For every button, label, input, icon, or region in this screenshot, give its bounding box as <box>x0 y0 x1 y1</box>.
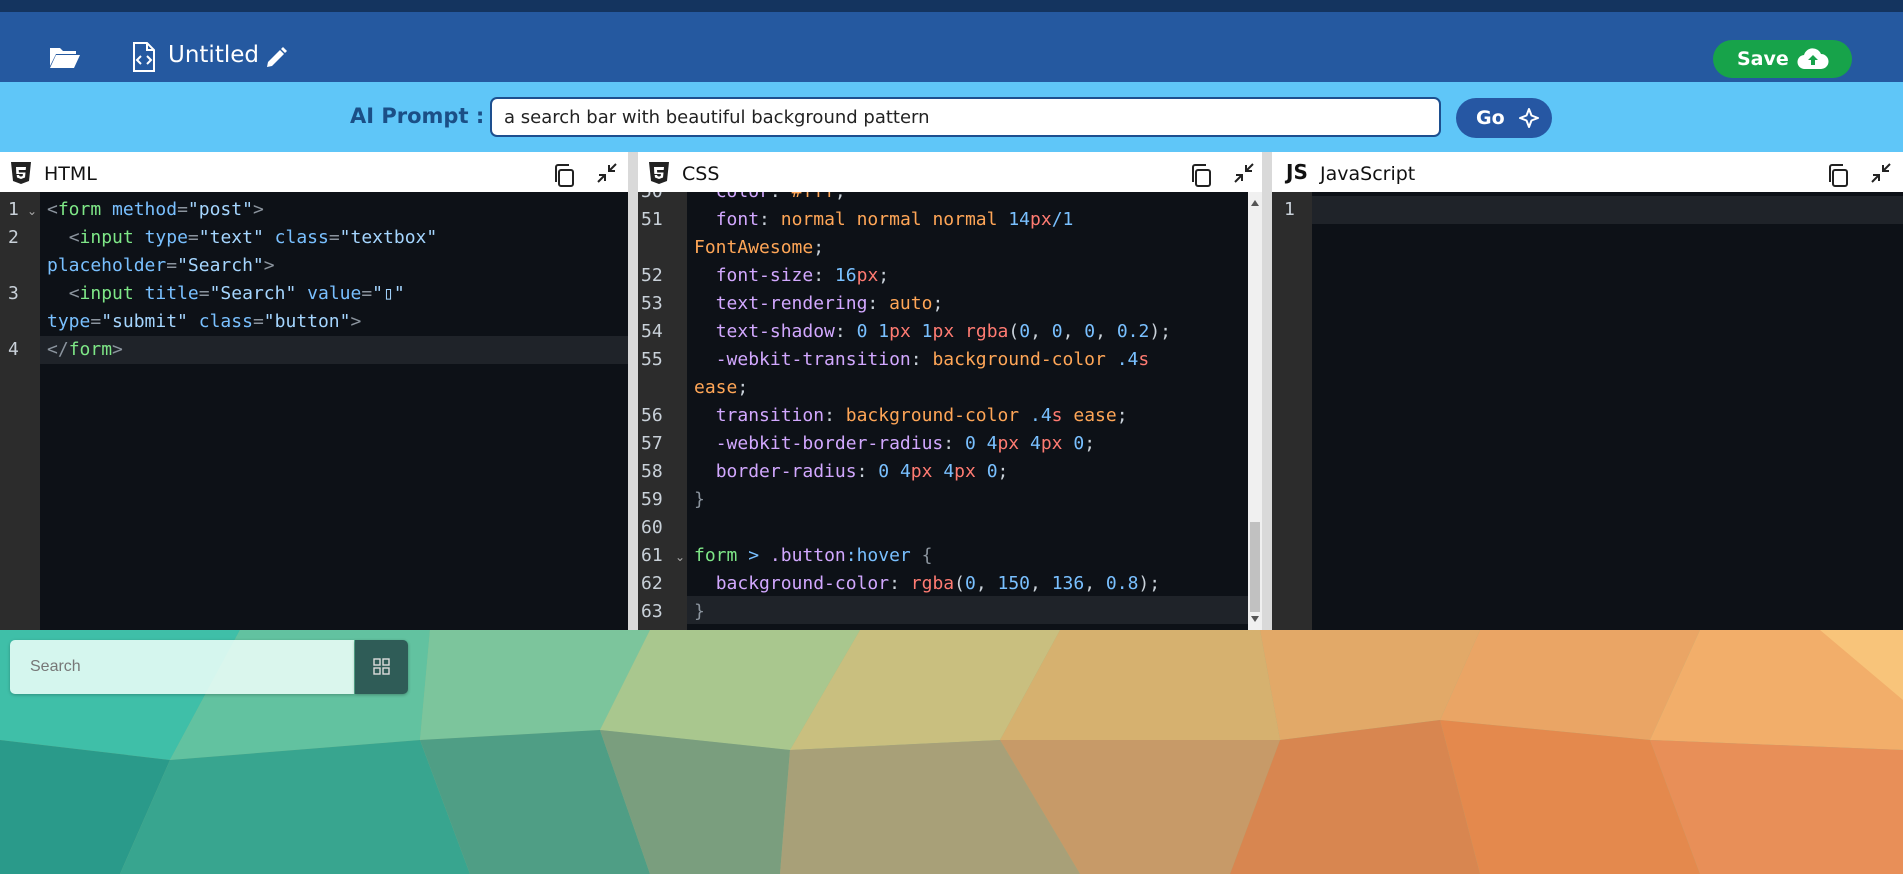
css-editor[interactable]: 50 51 52 53 54 55 56 57 58 59 60 61 ⌄ 62… <box>638 192 1248 630</box>
js-icon: JS <box>1286 160 1308 184</box>
code-line: } <box>694 601 705 622</box>
line-number: 55 <box>641 349 663 370</box>
preview-panel <box>0 630 1903 874</box>
line-number: 54 <box>641 321 663 342</box>
html-gutter <box>0 192 40 630</box>
folder-open-icon[interactable] <box>48 44 82 70</box>
top-strip <box>0 0 1903 12</box>
line-number: 57 <box>641 433 663 454</box>
line-number: 63 <box>641 601 663 622</box>
line-number: 2 <box>8 227 19 248</box>
demo-search-input[interactable] <box>10 640 354 694</box>
save-button-label: Save <box>1737 48 1789 70</box>
scroll-thumb[interactable] <box>1250 522 1260 612</box>
ai-prompt-bar: AI Prompt : Go <box>0 82 1903 152</box>
line-number: 51 <box>641 209 663 230</box>
js-pane-header: JS JavaScript <box>1272 152 1903 192</box>
html-pane-title: HTML <box>44 163 97 185</box>
pane-divider[interactable] <box>1262 152 1272 630</box>
line-number: 59 <box>641 489 663 510</box>
line-number: 60 <box>641 517 663 538</box>
line-number: 4 <box>8 339 19 360</box>
ai-prompt-input[interactable] <box>490 97 1441 137</box>
fold-arrow[interactable]: ⌄ <box>675 550 685 564</box>
line-number: 1 <box>1284 199 1295 220</box>
css-pane-header: CSS <box>638 152 1266 192</box>
scroll-down-arrow[interactable] <box>1251 616 1259 622</box>
code-line: font: normal normal normal 14px/1 <box>715 209 1074 230</box>
go-button[interactable]: Go <box>1456 98 1552 138</box>
demo-search-button[interactable] <box>355 640 408 694</box>
cloud-upload-icon <box>1797 48 1829 70</box>
html-editor[interactable]: 1 ⌄ 2 3 4 <form method="post"> <input ty… <box>0 192 628 630</box>
code-line: type="submit" class="button"> <box>47 311 362 332</box>
copy-icon[interactable] <box>1190 164 1212 188</box>
line-number: 62 <box>641 573 663 594</box>
code-line: color: #fff; <box>694 192 846 206</box>
js-gutter <box>1272 192 1312 630</box>
js-pane-title: JavaScript <box>1320 163 1416 185</box>
search-glyph-icon <box>373 658 390 675</box>
js-editor[interactable]: 1 <box>1272 192 1903 630</box>
code-line: placeholder="Search"> <box>47 255 275 276</box>
code-line: -webkit-transition: background-color .4s <box>715 349 1150 370</box>
active-line-highlight <box>40 336 628 364</box>
css-pane-title: CSS <box>682 163 720 185</box>
code-line: text-rendering: auto; <box>715 293 944 314</box>
line-number: 52 <box>641 265 663 286</box>
pencil-icon[interactable] <box>264 46 288 70</box>
css3-icon <box>649 162 669 184</box>
code-line: form > .button:hover { <box>694 545 933 566</box>
go-button-label: Go <box>1476 107 1505 129</box>
code-line: } <box>694 489 705 510</box>
code-line: text-shadow: 0 1px 1px rgba(0, 0, 0, 0.2… <box>715 321 1172 342</box>
css-scrollbar[interactable] <box>1248 192 1262 630</box>
line-number: 1 <box>8 199 19 220</box>
copy-icon[interactable] <box>553 164 575 188</box>
active-line-highlight <box>1312 196 1903 224</box>
code-line: FontAwesome; <box>694 237 825 258</box>
line-number: 53 <box>641 293 663 314</box>
sparkle-icon <box>1519 108 1539 128</box>
collapse-icon[interactable] <box>596 162 618 184</box>
scroll-up-arrow[interactable] <box>1251 200 1259 206</box>
document-title: Untitled <box>168 42 259 68</box>
file-code-icon <box>133 42 155 72</box>
code-line: <form method="post"> <box>47 199 264 220</box>
code-line: -webkit-border-radius: 0 4px 4px 0; <box>715 433 1096 454</box>
active-line-highlight <box>687 596 1248 624</box>
pane-divider[interactable] <box>628 152 638 630</box>
code-line: font-size: 16px; <box>715 265 890 286</box>
code-line: <input title="Search" value="▯" <box>68 283 405 304</box>
collapse-icon[interactable] <box>1233 162 1255 184</box>
fold-arrow[interactable]: ⌄ <box>27 204 37 218</box>
html5-icon <box>11 162 31 184</box>
code-line: background-color: rgba(0, 150, 136, 0.8)… <box>715 573 1161 594</box>
code-line: <input type="text" class="textbox" <box>68 227 438 248</box>
line-number: 3 <box>8 283 19 304</box>
app-header: Untitled Save <box>0 12 1903 82</box>
code-line: transition: background-color .4s ease; <box>715 405 1128 426</box>
line-number: 61 <box>641 545 663 566</box>
html-pane-header: HTML <box>0 152 628 192</box>
copy-icon[interactable] <box>1827 164 1849 188</box>
save-button[interactable]: Save <box>1713 40 1852 78</box>
line-number: 50 <box>641 192 663 206</box>
line-number: 56 <box>641 405 663 426</box>
line-number: 58 <box>641 461 663 482</box>
code-line: border-radius: 0 4px 4px 0; <box>715 461 1009 482</box>
code-line: </form> <box>47 339 123 360</box>
collapse-icon[interactable] <box>1870 162 1892 184</box>
code-line: ease; <box>694 377 749 398</box>
ai-prompt-label: AI Prompt : <box>350 104 485 128</box>
